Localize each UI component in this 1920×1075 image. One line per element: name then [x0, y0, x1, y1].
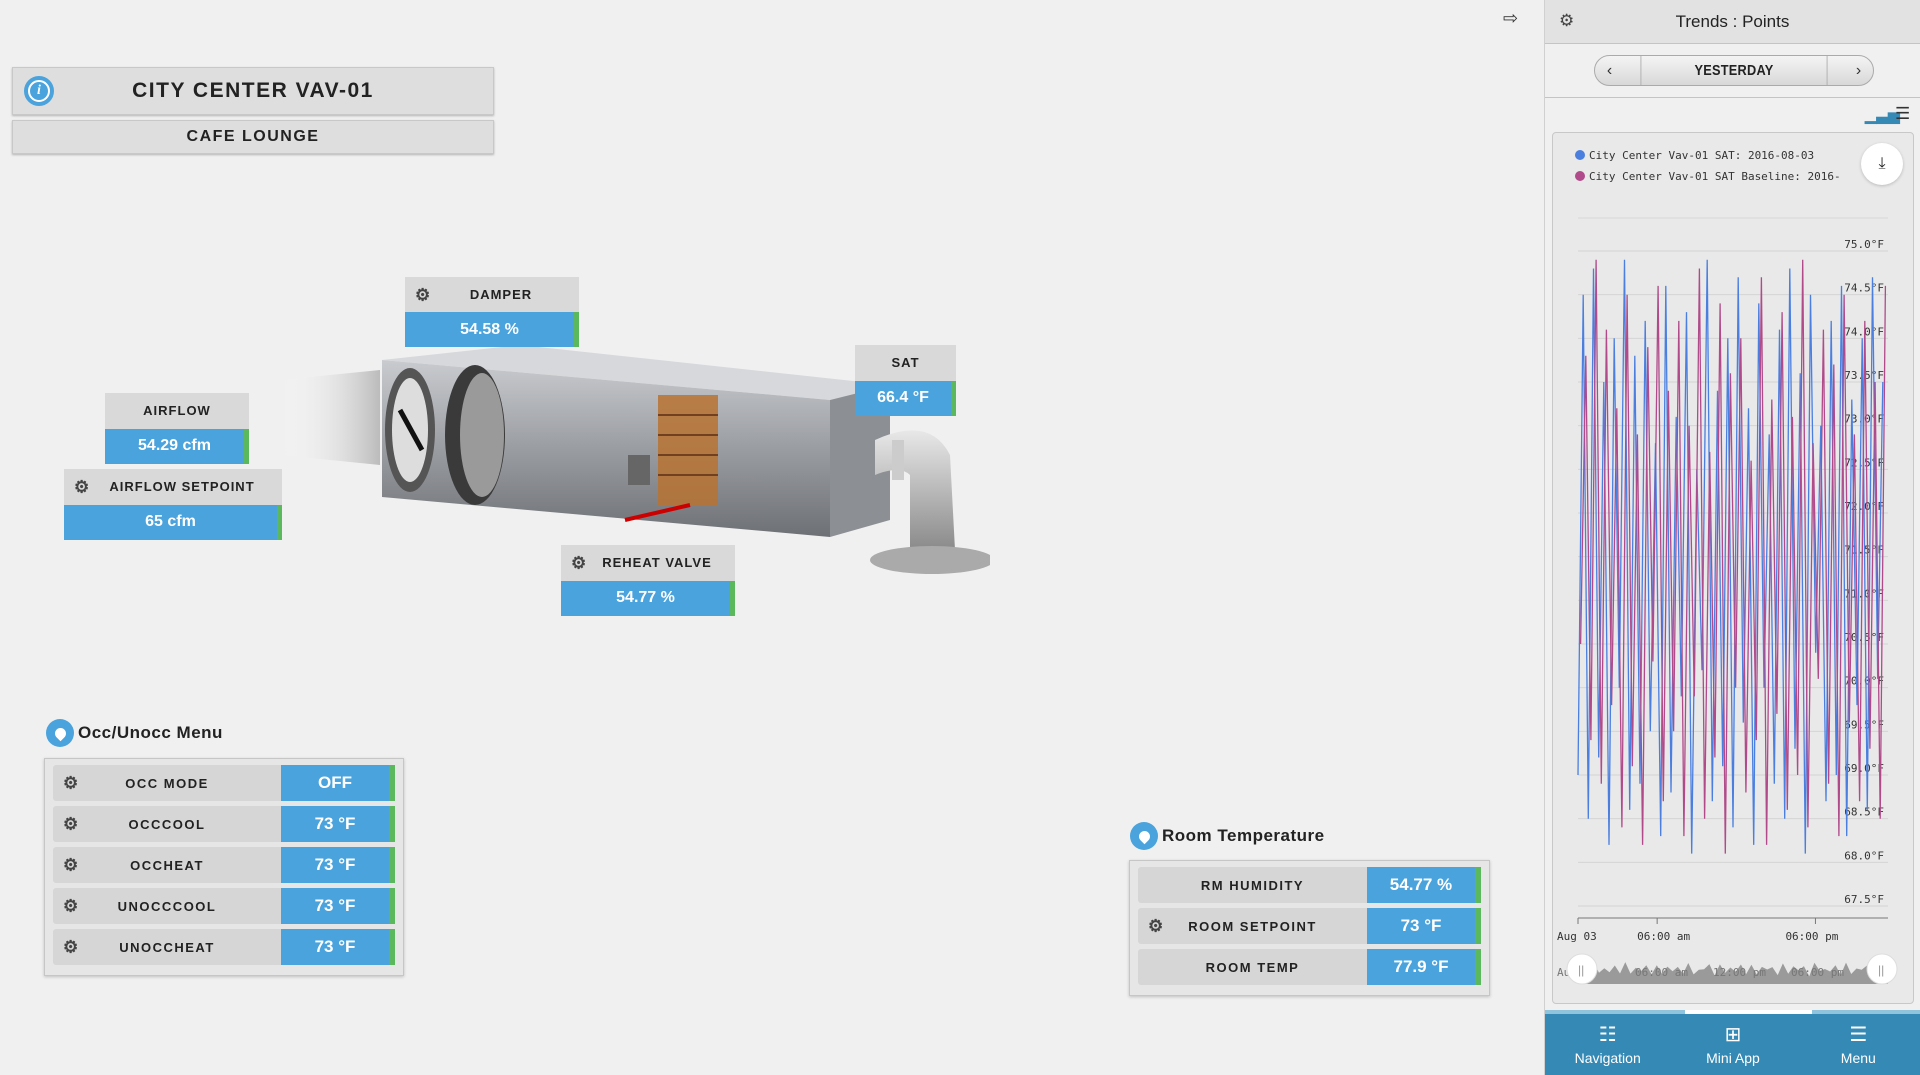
y-tick-label: 69.5°F [1844, 718, 1884, 731]
table-row: ⚙ OCCHEAT 73 °F [53, 847, 395, 883]
point-label: SAT [891, 355, 920, 371]
equipment-location: CAFE LOUNGE [12, 120, 494, 154]
gear-icon[interactable]: ⚙ [415, 286, 431, 303]
point-value[interactable]: 54.58 % [405, 312, 579, 347]
trend-chart[interactable]: 75.0°F74.5°F74.0°F73.5°F73.0°F72.5°F72.0… [1553, 133, 1915, 1005]
chevron-right-icon[interactable]: › [1844, 56, 1873, 85]
point-label: AIRFLOW [143, 403, 211, 419]
section-title: Room Temperature [1162, 826, 1325, 845]
nav-mini-app[interactable]: ⊞ Mini App [1670, 1014, 1795, 1075]
table-row: RM HUMIDITY 54.77 % [1138, 867, 1481, 903]
gear-icon[interactable]: ⚙ [74, 478, 90, 495]
room-temperature-heading: Room Temperature [1130, 822, 1325, 850]
list-icon: ☷ [1598, 1023, 1617, 1046]
gear-icon[interactable]: ⚙ [571, 554, 587, 571]
chevron-left-icon[interactable]: ‹ [1595, 56, 1624, 85]
row-value[interactable]: 73 °F [281, 806, 395, 842]
gear-icon[interactable]: ⚙ [63, 939, 80, 956]
table-row: ⚙ ROOM SETPOINT 73 °F [1138, 908, 1481, 944]
airflow-setpoint-point[interactable]: ⚙ AIRFLOW SETPOINT 65 cfm [64, 469, 282, 540]
y-tick-label: 75.0°F [1844, 238, 1884, 251]
occ-menu-heading: Occ/Unocc Menu [46, 719, 223, 747]
row-label: ⚙ UNOCCCOOL [53, 888, 281, 924]
row-label: ⚙ UNOCCHEAT [53, 929, 281, 965]
row-label: ⚙ ROOM SETPOINT [1138, 908, 1367, 944]
point-value[interactable]: 65 cfm [64, 504, 282, 540]
x-tick-label: 06:00 am [1637, 930, 1690, 943]
point-value[interactable]: 54.29 cfm [105, 428, 249, 464]
gear-icon[interactable]: ⚙ [63, 898, 80, 915]
point-label: REHEAT VALVE [602, 555, 712, 571]
row-label: ⚙ OCC MODE [53, 765, 281, 801]
date-range-pager: ‹ YESTERDAY › [1594, 55, 1874, 86]
sat-point[interactable]: SAT 66.4 °F [855, 345, 956, 416]
room-temperature-table: RM HUMIDITY 54.77 % ⚙ ROOM SETPOINT 73 °F… [1129, 860, 1490, 996]
bottom-navigation: ☷ Navigation ⊞ Mini App ☰ Menu [1545, 1010, 1920, 1075]
trends-title: Trends : Points [1675, 11, 1790, 31]
date-range-label[interactable]: YESTERDAY [1640, 56, 1828, 85]
y-tick-label: 68.0°F [1844, 849, 1884, 862]
gear-icon[interactable]: ⚙ [1148, 918, 1165, 935]
occ-menu-table: ⚙ OCC MODE OFF ⚙ OCCCOOL 73 °F ⚙ OCCHEAT 73… [44, 758, 404, 976]
trend-chart-card: City Center Vav-01 SAT: 2016-08-03 City … [1552, 132, 1914, 1004]
y-tick-label: 67.5°F [1844, 893, 1884, 906]
point-value[interactable]: 54.77 % [561, 580, 735, 616]
row-value[interactable]: 73 °F [281, 929, 395, 965]
list-view-icon[interactable]: ☰ [1895, 104, 1910, 124]
row-label: RM HUMIDITY [1138, 867, 1367, 903]
row-label: ⚙ OCCCOOL [53, 806, 281, 842]
row-value[interactable]: 73 °F [281, 847, 395, 883]
handle-grip-icon: || [1578, 963, 1584, 977]
hamburger-icon: ☰ [1849, 1023, 1868, 1046]
title-text: CITY CENTER VAV-01 [132, 79, 374, 102]
gear-icon[interactable]: ⚙ [63, 816, 80, 833]
subtitle-text: CAFE LOUNGE [186, 128, 320, 145]
nav-menu[interactable]: ☰ Menu [1796, 1014, 1920, 1075]
equipment-title: CITY CENTER VAV-01 [12, 67, 494, 115]
y-tick-label: 68.5°F [1844, 806, 1884, 819]
table-row: ROOM TEMP 77.9 °F [1138, 949, 1481, 985]
location-pin-icon [46, 719, 74, 747]
row-value[interactable]: 54.77 % [1367, 867, 1481, 903]
x-tick-label: Aug 03 [1557, 930, 1597, 943]
grid-icon: ⊞ [1724, 1023, 1742, 1046]
navigator-tick-label: 06:00 am [1635, 966, 1688, 979]
table-row: ⚙ OCC MODE OFF [53, 765, 395, 801]
row-label: ⚙ OCCHEAT [53, 847, 281, 883]
info-icon[interactable]: i [24, 76, 54, 106]
point-value[interactable]: 66.4 °F [855, 380, 956, 416]
damper-point[interactable]: ⚙ DAMPER 54.58 % [405, 277, 579, 347]
handle-grip-icon: || [1878, 963, 1884, 977]
row-value[interactable]: 73 °F [281, 888, 395, 924]
reheat-valve-point[interactable]: ⚙ REHEAT VALVE 54.77 % [561, 545, 735, 616]
table-row: ⚙ OCCCOOL 73 °F [53, 806, 395, 842]
table-row: ⚙ UNOCCCOOL 73 °F [53, 888, 395, 924]
row-label: ROOM TEMP [1138, 949, 1367, 985]
navigator-tick-label: 06:00 pm [1791, 966, 1844, 979]
y-tick-label: 74.5°F [1844, 282, 1884, 295]
row-value[interactable]: 73 °F [1367, 908, 1481, 944]
airflow-point[interactable]: AIRFLOW 54.29 cfm [105, 393, 249, 464]
row-value[interactable]: 77.9 °F [1367, 949, 1481, 985]
trends-header: ⚙ Trends : Points [1545, 0, 1920, 44]
x-tick-label: 06:00 pm [1785, 930, 1838, 943]
nav-navigation[interactable]: ☷ Navigation [1545, 1014, 1670, 1075]
gear-icon[interactable]: ⚙ [63, 857, 80, 874]
point-label: AIRFLOW SETPOINT [109, 479, 255, 495]
point-label: DAMPER [469, 287, 533, 302]
y-tick-label: 69.0°F [1844, 762, 1884, 775]
navigator-tick-label: 12:00 pm [1713, 966, 1766, 979]
location-pin-icon [1130, 822, 1158, 850]
table-row: ⚙ UNOCCHEAT 73 °F [53, 929, 395, 965]
row-value[interactable]: OFF [281, 765, 395, 801]
gear-icon[interactable]: ⚙ [1559, 12, 1574, 29]
gear-icon[interactable]: ⚙ [63, 775, 80, 792]
trends-panel: ⚙ Trends : Points ‹ YESTERDAY › ▁▃▅ ☰ Ci… [1544, 0, 1920, 1075]
exit-arrow-icon[interactable]: ⇨ [1503, 8, 1518, 29]
section-title: Occ/Unocc Menu [78, 723, 223, 742]
